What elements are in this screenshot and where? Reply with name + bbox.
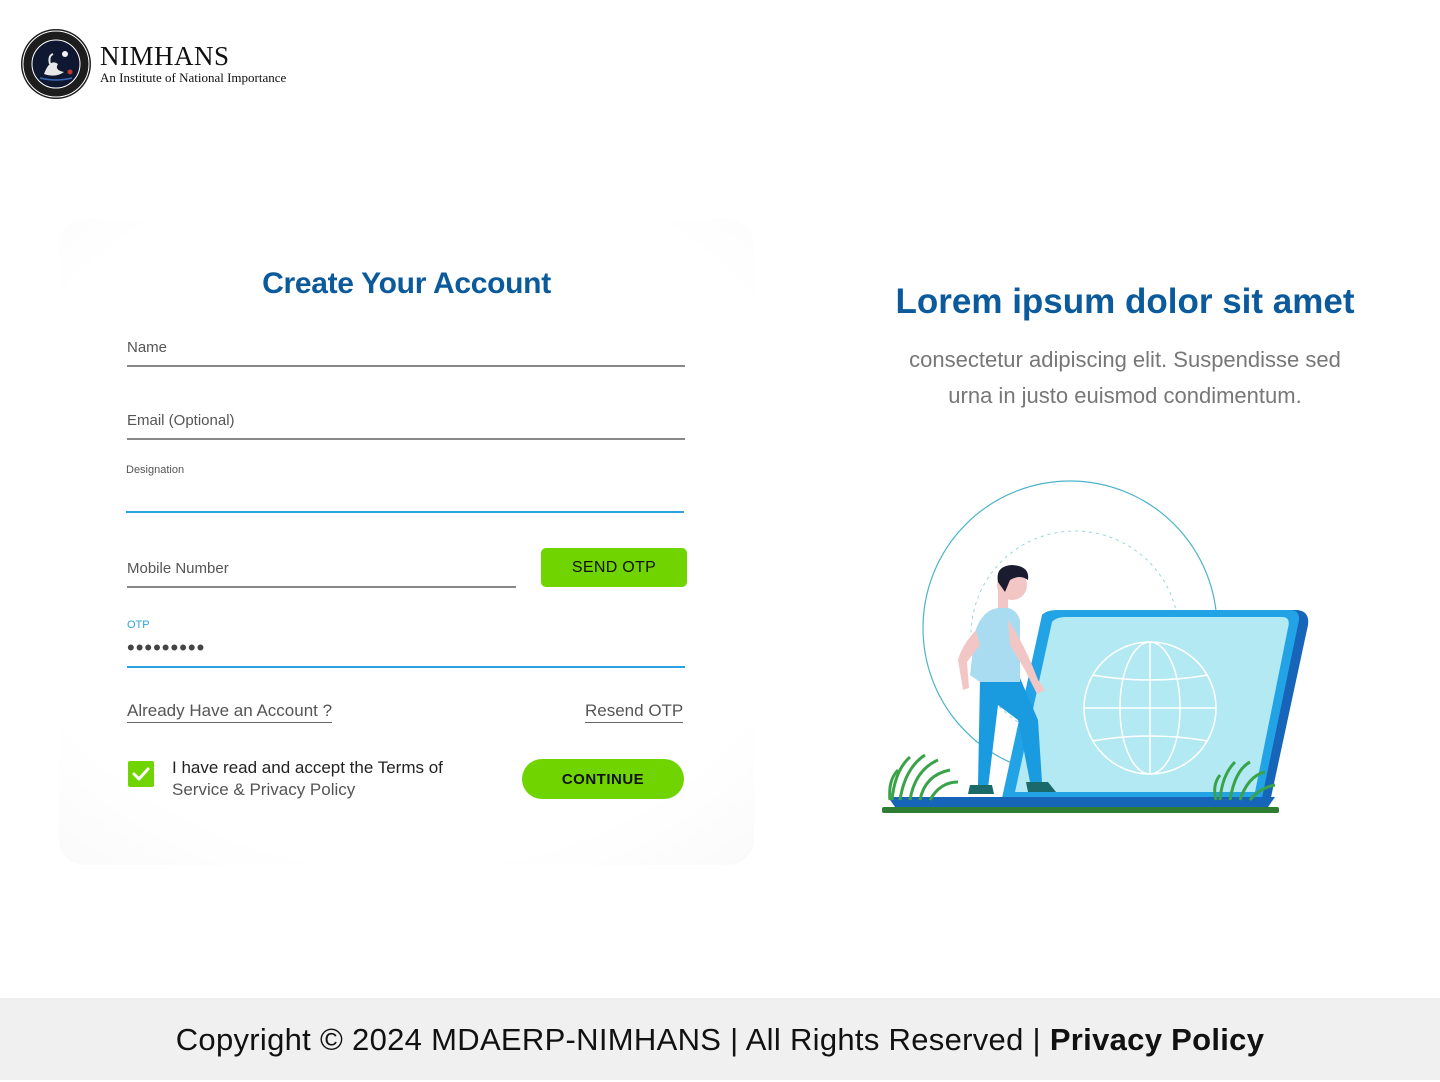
- name-field-underline: [127, 365, 685, 367]
- hero-subtitle-line-2: urna in justo euismod condimentum.: [948, 383, 1302, 408]
- send-otp-button[interactable]: SEND OTP: [541, 548, 687, 587]
- hero-title: Lorem ipsum dolor sit amet: [895, 282, 1355, 321]
- nimhans-emblem-icon: [21, 29, 91, 99]
- footer-copyright: Copyright © 2024 MDAERP-NIMHANS | All Ri…: [175, 1022, 1050, 1057]
- terms-text: I have read and accept the Terms of Serv…: [172, 757, 443, 801]
- otp-field[interactable]: OTP •••••••••: [127, 618, 685, 668]
- mobile-number-underline: [127, 586, 516, 588]
- designation-field-label: Designation: [126, 464, 185, 476]
- form-title: Create Your Account: [262, 267, 551, 300]
- brand-name: NIMHANS: [100, 41, 230, 71]
- otp-field-value: •••••••••: [127, 635, 206, 660]
- terms-checkbox[interactable]: [128, 761, 154, 787]
- name-field-label: Name: [127, 339, 168, 356]
- email-field[interactable]: Email (Optional): [127, 408, 685, 440]
- checkmark-icon: [132, 767, 150, 781]
- mobile-number-field[interactable]: Mobile Number: [127, 556, 516, 588]
- privacy-policy-link[interactable]: Privacy Policy: [1050, 1022, 1264, 1057]
- resend-otp-link[interactable]: Resend OTP: [585, 701, 684, 723]
- hero-subtitle: consectetur adipiscing elit. Suspendisse…: [880, 342, 1370, 414]
- otp-field-label: OTP: [127, 619, 150, 631]
- hero-subtitle-line-1: consectetur adipiscing elit. Suspendisse…: [909, 347, 1341, 372]
- mobile-number-label: Mobile Number: [127, 560, 229, 577]
- otp-field-underline: [127, 666, 685, 668]
- email-field-underline: [127, 438, 685, 440]
- laptop-person-illustration: [882, 480, 1309, 813]
- email-field-label: Email (Optional): [127, 412, 235, 429]
- designation-field-underline: [126, 511, 684, 513]
- terms-line-2[interactable]: Service & Privacy Policy: [172, 779, 443, 801]
- terms-line-1: I have read and accept the Terms of: [172, 758, 443, 777]
- name-field[interactable]: Name: [127, 336, 685, 367]
- already-have-account-link[interactable]: Already Have an Account ?: [127, 701, 333, 723]
- brand-logo[interactable]: NIMHANS An Institute of National Importa…: [20, 28, 286, 100]
- site-footer: Copyright © 2024 MDAERP-NIMHANS | All Ri…: [0, 998, 1440, 1080]
- designation-field[interactable]: Designation: [126, 462, 684, 513]
- continue-button[interactable]: CONTINUE: [522, 759, 684, 799]
- brand-tagline: An Institute of National Importance: [100, 70, 287, 85]
